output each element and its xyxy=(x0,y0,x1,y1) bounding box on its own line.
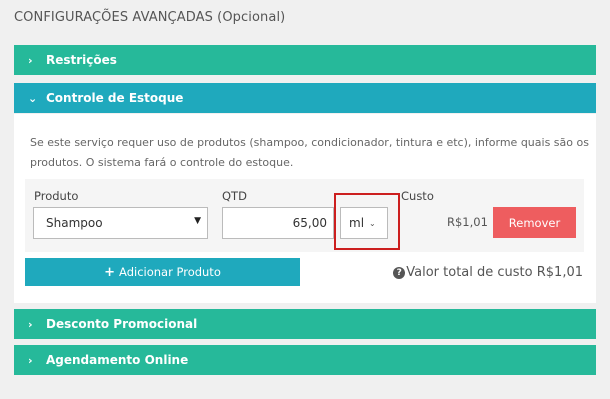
qtd-input-value: 65,00 xyxy=(292,216,327,230)
add-product-label: Adicionar Produto xyxy=(119,265,221,279)
dropdown-arrow-icon: ▼ xyxy=(194,216,201,226)
chevron-right-icon: › xyxy=(28,317,33,331)
panel-agendamento[interactable]: › Agendamento Online xyxy=(14,345,596,375)
panel-desconto[interactable]: › Desconto Promocional xyxy=(14,309,596,339)
chevron-right-icon: › xyxy=(28,53,33,67)
produto-select-value: Shampoo xyxy=(46,216,103,230)
produto-select[interactable]: Shampoo ▼ xyxy=(33,207,208,239)
chevron-down-icon: ⌄ xyxy=(28,91,38,105)
question-circle-icon: ? xyxy=(393,266,406,279)
panel-controle-estoque[interactable]: ⌄ Controle de Estoque xyxy=(14,83,596,113)
custo-label: Custo xyxy=(401,189,434,203)
panel-restricoes[interactable]: › Restrições xyxy=(14,45,596,75)
qtd-label: QTD xyxy=(222,189,247,203)
produto-label: Produto xyxy=(34,189,79,203)
estoque-description: Se este serviço requer uso de produtos (… xyxy=(30,136,589,169)
remove-button[interactable]: Remover xyxy=(493,207,576,238)
plus-icon: + xyxy=(104,264,116,280)
total-cost: ? Valor total de custo R$1,01 xyxy=(393,265,583,280)
panel-desconto-label: Desconto Promocional xyxy=(46,317,198,331)
chevron-right-icon: › xyxy=(28,353,33,367)
panel-restricoes-label: Restrições xyxy=(46,53,117,67)
highlight-box xyxy=(334,193,400,250)
qtd-input[interactable]: 65,00 xyxy=(222,207,334,239)
section-title: CONFIGURAÇÕES AVANÇADAS (Opcional) xyxy=(14,10,286,25)
add-product-button[interactable]: + Adicionar Produto xyxy=(25,258,300,286)
custo-value: R$1,01 xyxy=(447,215,488,229)
panel-agendamento-label: Agendamento Online xyxy=(46,353,189,367)
total-cost-text: Valor total de custo R$1,01 xyxy=(406,265,583,280)
panel-controle-estoque-label: Controle de Estoque xyxy=(46,91,184,105)
